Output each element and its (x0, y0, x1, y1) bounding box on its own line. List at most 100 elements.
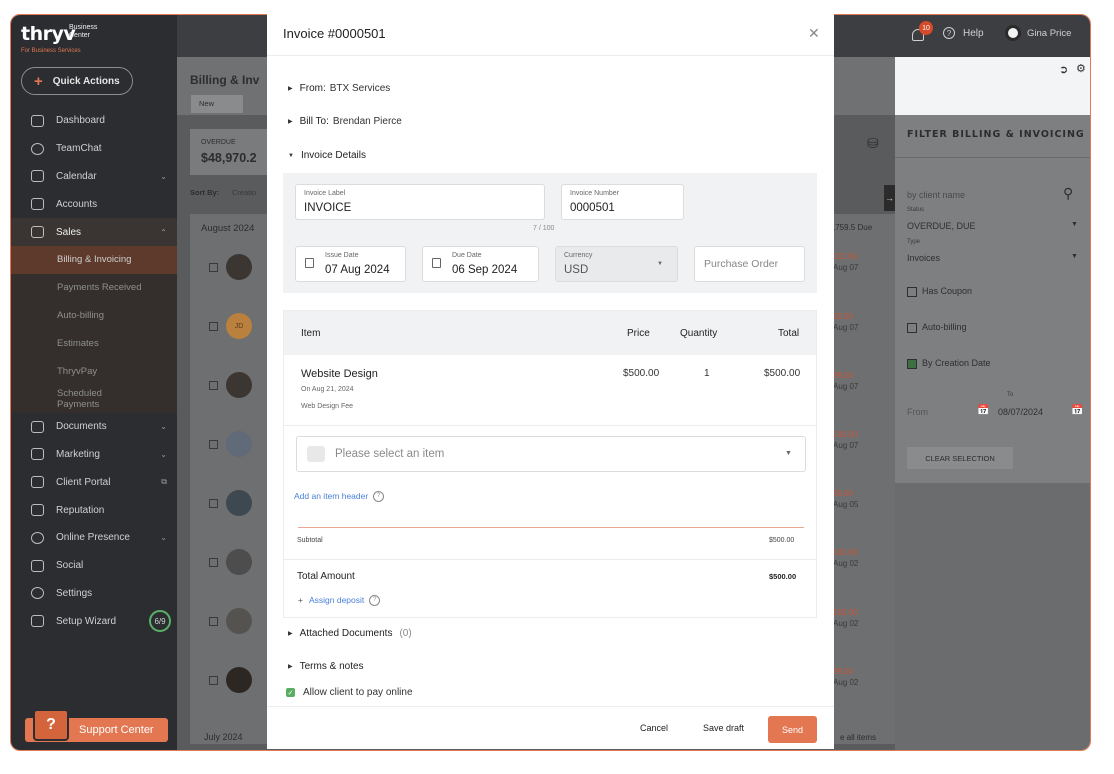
row-date: Aug 07 (833, 382, 859, 391)
sidebar-subitem-billing[interactable]: Billing & Invoicing (11, 245, 177, 274)
due-date-caption: Due Date (452, 252, 482, 259)
issue-date-field[interactable]: Issue Date 07 Aug 2024 (295, 246, 406, 282)
sidebar-item-social[interactable]: Social (11, 552, 177, 580)
user-menu[interactable]: Gina Price (1027, 28, 1071, 39)
divider (284, 559, 816, 560)
sort-by-value[interactable]: Creatio (232, 188, 256, 197)
client-search-input[interactable]: by client name (907, 190, 965, 200)
has-coupon-checkbox[interactable] (907, 287, 917, 297)
sidebar-subitem-payments[interactable]: Payments Received (11, 273, 177, 302)
sidebar-item-online-presence[interactable]: Online Presence ⌄ (11, 524, 177, 552)
bill-to-section-toggle[interactable]: ▶ Bill To: Brendan Pierce (288, 116, 402, 127)
item-select[interactable]: Please select an item ▼ (296, 436, 806, 472)
terms-notes-label: Terms & notes (299, 661, 364, 672)
sidebar-subitem-scheduled[interactable]: Scheduled Payments (11, 384, 177, 413)
invoice-details-panel: Invoice Label INVOICE 7 / 100 Invoice Nu… (283, 173, 817, 293)
row-checkbox[interactable] (209, 676, 218, 685)
column-header-total: Total (778, 328, 800, 339)
search-icon[interactable]: ⚲ (1063, 185, 1073, 202)
sidebar-subitem-estimates[interactable]: Estimates (11, 329, 177, 358)
add-item-header-link[interactable]: Add an item header? (294, 491, 385, 503)
send-button[interactable]: Send (768, 716, 817, 743)
sidebar: thryv Business Center For Business Servi… (11, 15, 177, 750)
save-draft-button[interactable]: Save draft (703, 723, 744, 733)
status-select[interactable]: OVERDUE, DUE (907, 221, 976, 231)
help-icon[interactable]: ? (373, 491, 385, 503)
client-avatar (226, 372, 252, 398)
table-row[interactable]: Website Design On Aug 21, 2024 Web Desig… (284, 355, 816, 426)
due-date-field[interactable]: Due Date 06 Sep 2024 (422, 246, 539, 282)
row-checkbox[interactable] (209, 263, 218, 272)
calendar-icon[interactable]: 📅 (977, 405, 989, 416)
from-date-input[interactable]: 08/07/2024 (998, 407, 1043, 417)
sort-by-label: Sort By: (190, 188, 220, 197)
sidebar-item-client-portal[interactable]: Client Portal ⧉ (11, 468, 177, 496)
currency-value: USD (564, 264, 589, 276)
row-amount: 100.00 (833, 430, 858, 439)
row-checkbox[interactable] (209, 322, 218, 331)
invoice-label-field[interactable]: Invoice Label INVOICE (295, 184, 545, 220)
creation-date-checkbox[interactable] (907, 359, 917, 369)
modal-header: Invoice #0000501 ✕ (267, 14, 834, 56)
quick-actions-button[interactable]: + Quick Actions (21, 67, 133, 95)
gear-icon (31, 587, 44, 600)
row-checkbox[interactable] (209, 499, 218, 508)
brand-tag: For Business Services (21, 48, 81, 54)
allow-online-payment[interactable]: ✓ Allow client to pay online (286, 687, 413, 698)
row-checkbox[interactable] (209, 440, 218, 449)
auto-billing-checkbox[interactable] (907, 323, 917, 333)
help-icon[interactable]: ? (369, 595, 381, 607)
type-select[interactable]: Invoices (907, 253, 940, 263)
item-name: Website Design (301, 368, 378, 380)
help-icon[interactable]: ? (943, 27, 955, 39)
overdue-label: OVERDUE (201, 139, 236, 146)
close-icon[interactable]: ✕ (808, 25, 820, 42)
clear-selection-button[interactable]: CLEAR SELECTION (907, 447, 1013, 469)
sidebar-item-accounts[interactable]: Accounts (11, 190, 177, 218)
export-icon[interactable]: ➲ (1059, 63, 1068, 76)
sidebar-item-calendar[interactable]: Calendar ⌄ (11, 163, 177, 191)
support-center-button[interactable]: ? Support Center (25, 709, 168, 742)
from-section-toggle[interactable]: ▶ From: BTX Services (288, 83, 390, 94)
attached-documents-toggle[interactable]: ▶ Attached Documents (0) (288, 628, 412, 639)
caret-down-icon: ▼ (785, 450, 792, 457)
collapse-arrow-icon[interactable]: → (884, 185, 895, 211)
assign-deposit-link[interactable]: + Assign deposit? (298, 595, 381, 607)
sidebar-item-teamchat[interactable]: TeamChat (11, 135, 177, 163)
chevron-down-icon: ⌄ (160, 422, 167, 432)
calendar-icon[interactable]: 📅 (1071, 405, 1083, 416)
sidebar-item-sales[interactable]: Sales ⌃ (11, 218, 177, 246)
avatar[interactable] (1005, 25, 1021, 41)
row-checkbox[interactable] (209, 558, 218, 567)
sidebar-subitem-label: ThryvPay (57, 365, 98, 377)
globe-icon (31, 531, 44, 544)
char-counter: 7 / 100 (533, 225, 555, 232)
gear-icon[interactable]: ⚙ (1076, 62, 1086, 75)
document-icon (31, 420, 44, 433)
row-checkbox[interactable] (209, 617, 218, 626)
help-link[interactable]: Help (963, 28, 984, 39)
row-checkbox[interactable] (209, 381, 218, 390)
currency-select[interactable]: Currency USD ▼ (555, 246, 678, 282)
invoice-details-toggle[interactable]: ▼ Invoice Details (288, 150, 370, 161)
add-item-header-label: Add an item header (294, 491, 369, 501)
sidebar-item-reputation[interactable]: Reputation (11, 496, 177, 524)
column-header-quantity: Quantity (680, 328, 718, 339)
sidebar-item-documents[interactable]: Documents ⌄ (11, 413, 177, 441)
cancel-button[interactable]: Cancel (640, 723, 668, 733)
sidebar-subitem-thryvpay[interactable]: ThryvPay (11, 357, 177, 385)
sidebar-item-marketing[interactable]: Marketing ⌄ (11, 441, 177, 469)
purchase-order-input[interactable]: Purchase Order (694, 246, 805, 282)
megaphone-icon (31, 448, 44, 461)
sidebar-item-dashboard[interactable]: Dashboard (11, 107, 177, 135)
checkbox-checked-icon[interactable]: ✓ (286, 688, 295, 697)
sidebar-subitem-autobilling[interactable]: Auto-billing (11, 301, 177, 330)
sidebar-nav: Dashboard TeamChat Calendar ⌄ Accounts Sa… (11, 107, 177, 635)
sidebar-item-settings[interactable]: Settings (11, 580, 177, 608)
see-all-link[interactable]: e all items (840, 733, 876, 742)
invoice-number-field[interactable]: Invoice Number 0000501 (561, 184, 684, 220)
allow-online-label: Allow client to pay online (303, 687, 413, 698)
sidebar-item-setup-wizard[interactable]: Setup Wizard 6/9 (11, 607, 177, 635)
new-button[interactable]: New (191, 95, 243, 113)
terms-notes-toggle[interactable]: ▶ Terms & notes (288, 661, 368, 672)
